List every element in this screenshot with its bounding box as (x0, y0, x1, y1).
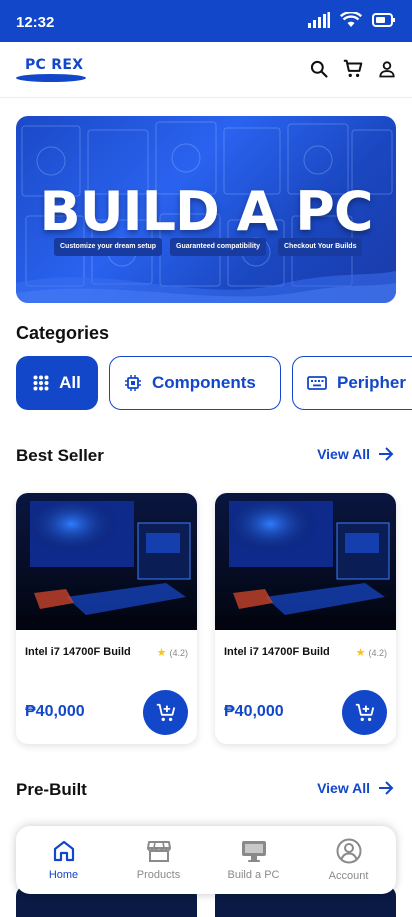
product-rating: ★ (4.2) (356, 646, 387, 659)
nav-products[interactable]: Products (111, 826, 206, 894)
banner-pill-customize: Customize your dream setup (54, 238, 163, 256)
add-to-cart-button[interactable] (342, 690, 387, 735)
nav-build-a-pc[interactable]: Build a PC (206, 826, 301, 894)
star-icon: ★ (156, 647, 167, 659)
arrow-right-icon (379, 781, 394, 795)
product-card[interactable]: Intel i7 14700F Build ★ (4.2) ₱40,000 (215, 493, 396, 744)
pre-built-view-all[interactable]: View All (317, 780, 394, 796)
account-icon (379, 61, 395, 78)
category-chip-label: Peripher (337, 373, 406, 392)
grid-icon (33, 375, 49, 391)
monitor-icon (241, 841, 266, 862)
best-seller-view-all[interactable]: View All (317, 446, 394, 462)
cart-button[interactable] (342, 58, 364, 80)
battery-icon (372, 13, 395, 27)
status-icons (308, 12, 396, 28)
category-chip-all[interactable]: All (16, 356, 98, 410)
product-price: ₱40,000 (224, 703, 284, 720)
logo-text: PC REX (25, 57, 84, 73)
product-rating: ★ (4.2) (157, 646, 188, 659)
add-to-cart-icon (355, 703, 374, 721)
app-bar: PC REX (0, 42, 412, 98)
nav-label: Account (328, 870, 369, 882)
app-bar-actions (308, 58, 398, 80)
pre-built-title: Pre-Built (16, 780, 87, 799)
product-name: Intel i7 14700F Build (224, 646, 330, 658)
view-all-label: View All (317, 780, 370, 796)
rating-value: (4.2) (169, 647, 188, 658)
category-chips: All Components Peripher (16, 356, 412, 410)
home-icon (53, 840, 74, 862)
best-seller-title: Best Seller (16, 446, 104, 465)
product-image (215, 493, 396, 630)
arrow-right-icon (379, 447, 394, 461)
chip-icon (125, 375, 141, 391)
screen: 12:32 PC REX BUILD A PC Customize your d… (0, 0, 412, 917)
account-button[interactable] (376, 58, 398, 80)
star-icon: ★ (355, 647, 366, 659)
category-chip-components[interactable]: Components (109, 356, 281, 410)
nav-label: Home (48, 869, 79, 881)
product-name: Intel i7 14700F Build (25, 646, 131, 658)
banner-wave (16, 271, 396, 303)
status-bar: 12:32 (0, 0, 412, 42)
banner-pill-compatibility: Guaranteed compatibility (170, 238, 267, 256)
nav-account[interactable]: Account (301, 826, 396, 894)
category-chip-peripherals[interactable]: Peripher (292, 356, 412, 410)
banner-title: BUILD A PC (39, 180, 374, 243)
search-button[interactable] (308, 58, 330, 80)
logo-swoosh (16, 74, 86, 82)
product-image (16, 493, 197, 630)
nav-label: Products (136, 869, 181, 881)
nav-label: Build a PC (227, 869, 280, 881)
rating-value: (4.2) (368, 647, 387, 658)
product-card[interactable]: Intel i7 14700F Build ★ (4.2) ₱40,000 (16, 493, 197, 744)
view-all-label: View All (317, 446, 370, 462)
nav-home[interactable]: Home (16, 826, 111, 894)
store-icon (146, 841, 171, 862)
cart-icon (343, 59, 363, 78)
add-to-cart-button[interactable] (143, 690, 188, 735)
categories-title: Categories (16, 323, 110, 343)
banner-pill-checkout: Checkout Your Builds (278, 238, 363, 256)
keyboard-icon (307, 376, 327, 390)
bottom-nav: Home Products Build a PC Account (16, 826, 396, 894)
status-time: 12:32 (16, 14, 55, 31)
logo[interactable]: PC REX (16, 56, 86, 84)
account-circle-icon (336, 838, 361, 864)
product-price: ₱40,000 (25, 703, 85, 720)
search-icon (310, 60, 328, 78)
category-chip-label: All (59, 373, 81, 392)
category-chip-label: Components (152, 373, 256, 392)
wifi-icon (340, 12, 362, 27)
add-to-cart-icon (156, 703, 175, 721)
signal-icon (308, 12, 330, 28)
build-pc-banner[interactable]: BUILD A PC Customize your dream setup Gu… (16, 116, 396, 303)
